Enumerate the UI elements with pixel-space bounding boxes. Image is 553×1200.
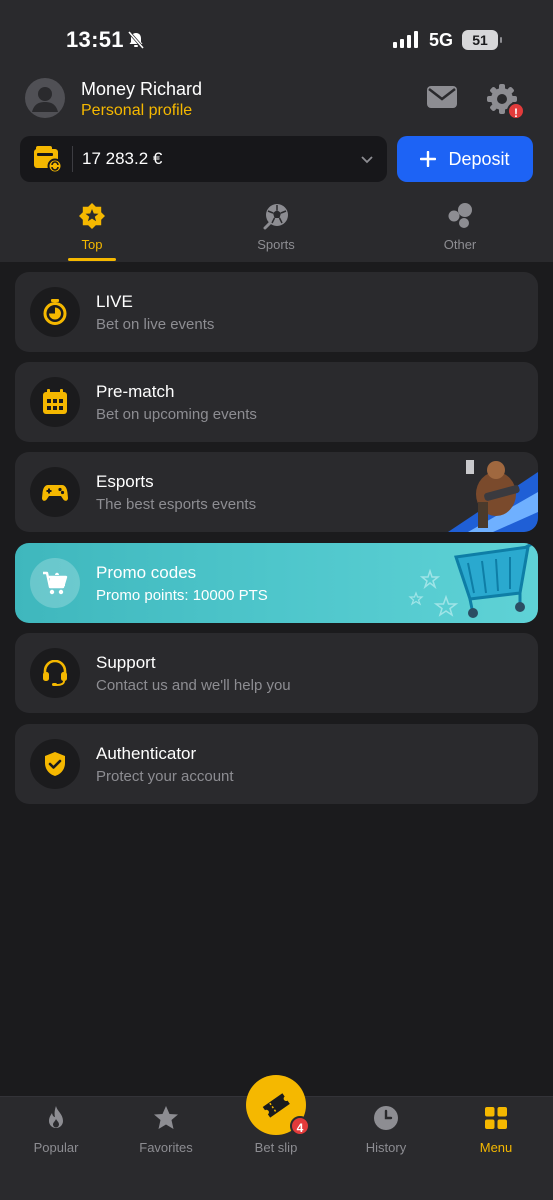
nav-menu[interactable]: Menu (441, 1097, 551, 1167)
card-icon-wrap (30, 287, 80, 337)
nav-popular[interactable]: Popular (1, 1097, 111, 1167)
mail-icon[interactable] (425, 83, 459, 111)
bet-slip-count-badge: 4 (290, 1116, 310, 1136)
stopwatch-icon (43, 299, 67, 325)
card-subtitle: Bet on upcoming events (96, 406, 257, 423)
card-title: Support (96, 653, 156, 672)
card-subtitle: Protect your account (96, 768, 234, 785)
menu-item-promo-codes[interactable]: Promo codes Promo points: 10000 PTS (15, 543, 538, 623)
card-icon-wrap (30, 648, 80, 698)
network-type: 5G (429, 30, 454, 50)
card-title: Promo codes (96, 563, 197, 582)
settings-alert-badge: ! (507, 102, 525, 120)
nav-label: Bet slip (254, 1140, 298, 1155)
active-tab-indicator (68, 258, 116, 261)
tab-top[interactable]: Top (37, 198, 147, 262)
soccer-ball-icon (263, 204, 288, 230)
menu-item-authenticator[interactable]: Authenticator Protect your account (15, 724, 538, 804)
tab-other[interactable]: Other (405, 198, 515, 262)
nav-label: Popular (33, 1140, 79, 1155)
header: Money Richard Personal profile ! 17 283.… (0, 78, 553, 262)
deposit-button[interactable]: Deposit (397, 136, 533, 182)
chevron-down-icon (361, 156, 373, 164)
menu-item-prematch[interactable]: Pre-match Bet on upcoming events (15, 362, 538, 442)
card-subtitle: Promo points: 10000 PTS (96, 587, 268, 604)
menu-item-esports[interactable]: Esports The best esports events (15, 452, 538, 532)
plus-icon (420, 151, 437, 167)
star-icon (154, 1106, 178, 1129)
tab-label: Other (443, 237, 477, 252)
bubbles-icon (448, 203, 472, 228)
esports-character-image (448, 460, 538, 532)
card-icon-wrap (30, 467, 80, 517)
status-time: 13:51 (66, 27, 124, 52)
tab-sports[interactable]: Sports (221, 198, 331, 262)
card-title: Esports (96, 472, 154, 491)
avatar[interactable] (25, 78, 65, 118)
bell-muted-icon (127, 31, 145, 49)
flame-icon (49, 1106, 63, 1128)
category-tabs: Top Sports Other (0, 198, 553, 262)
headset-icon (43, 660, 67, 686)
deposit-label: Deposit (448, 148, 510, 169)
nav-label: Favorites (139, 1140, 193, 1155)
nav-label: History (365, 1140, 407, 1155)
card-title: LIVE (96, 292, 133, 311)
card-subtitle: The best esports events (96, 496, 257, 513)
star-badge-icon (79, 203, 105, 229)
cart-icon (43, 571, 68, 595)
balance-amount: 17 283.2 € (82, 149, 163, 168)
tab-label: Sports (257, 237, 295, 252)
balance-selector[interactable]: 17 283.2 € (20, 136, 387, 182)
shield-check-icon (45, 752, 65, 776)
card-subtitle: Contact us and we'll help you (96, 677, 291, 694)
user-name[interactable]: Money Richard (81, 79, 202, 100)
card-title: Pre-match (96, 382, 175, 401)
battery-icon: 51 (462, 30, 502, 50)
calendar-icon (43, 389, 67, 414)
wallet-icon (34, 146, 63, 173)
card-icon-wrap (30, 558, 80, 608)
ticket-icon (262, 1093, 290, 1118)
card-subtitle: Bet on live events (96, 316, 215, 333)
user-icon (32, 87, 58, 112)
signal-icon (393, 31, 418, 48)
card-icon-wrap (30, 739, 80, 789)
card-icon-wrap (30, 377, 80, 427)
nav-favorites[interactable]: Favorites (111, 1097, 221, 1167)
menu-item-live[interactable]: LIVE Bet on live events (15, 272, 538, 352)
menu-item-support[interactable]: Support Contact us and we'll help you (15, 633, 538, 713)
status-bar: 13:51 5G 51 (0, 0, 553, 78)
tab-label: Top (81, 237, 103, 252)
personal-profile-link[interactable]: Personal profile (81, 102, 192, 120)
gamepad-icon (42, 485, 68, 501)
nav-history[interactable]: History (331, 1097, 441, 1167)
clock-icon (374, 1106, 398, 1130)
grid-icon (485, 1107, 507, 1129)
balance-divider (72, 146, 73, 172)
basket-image (408, 543, 538, 618)
card-title: Authenticator (96, 744, 197, 763)
nav-label: Menu (479, 1140, 513, 1155)
